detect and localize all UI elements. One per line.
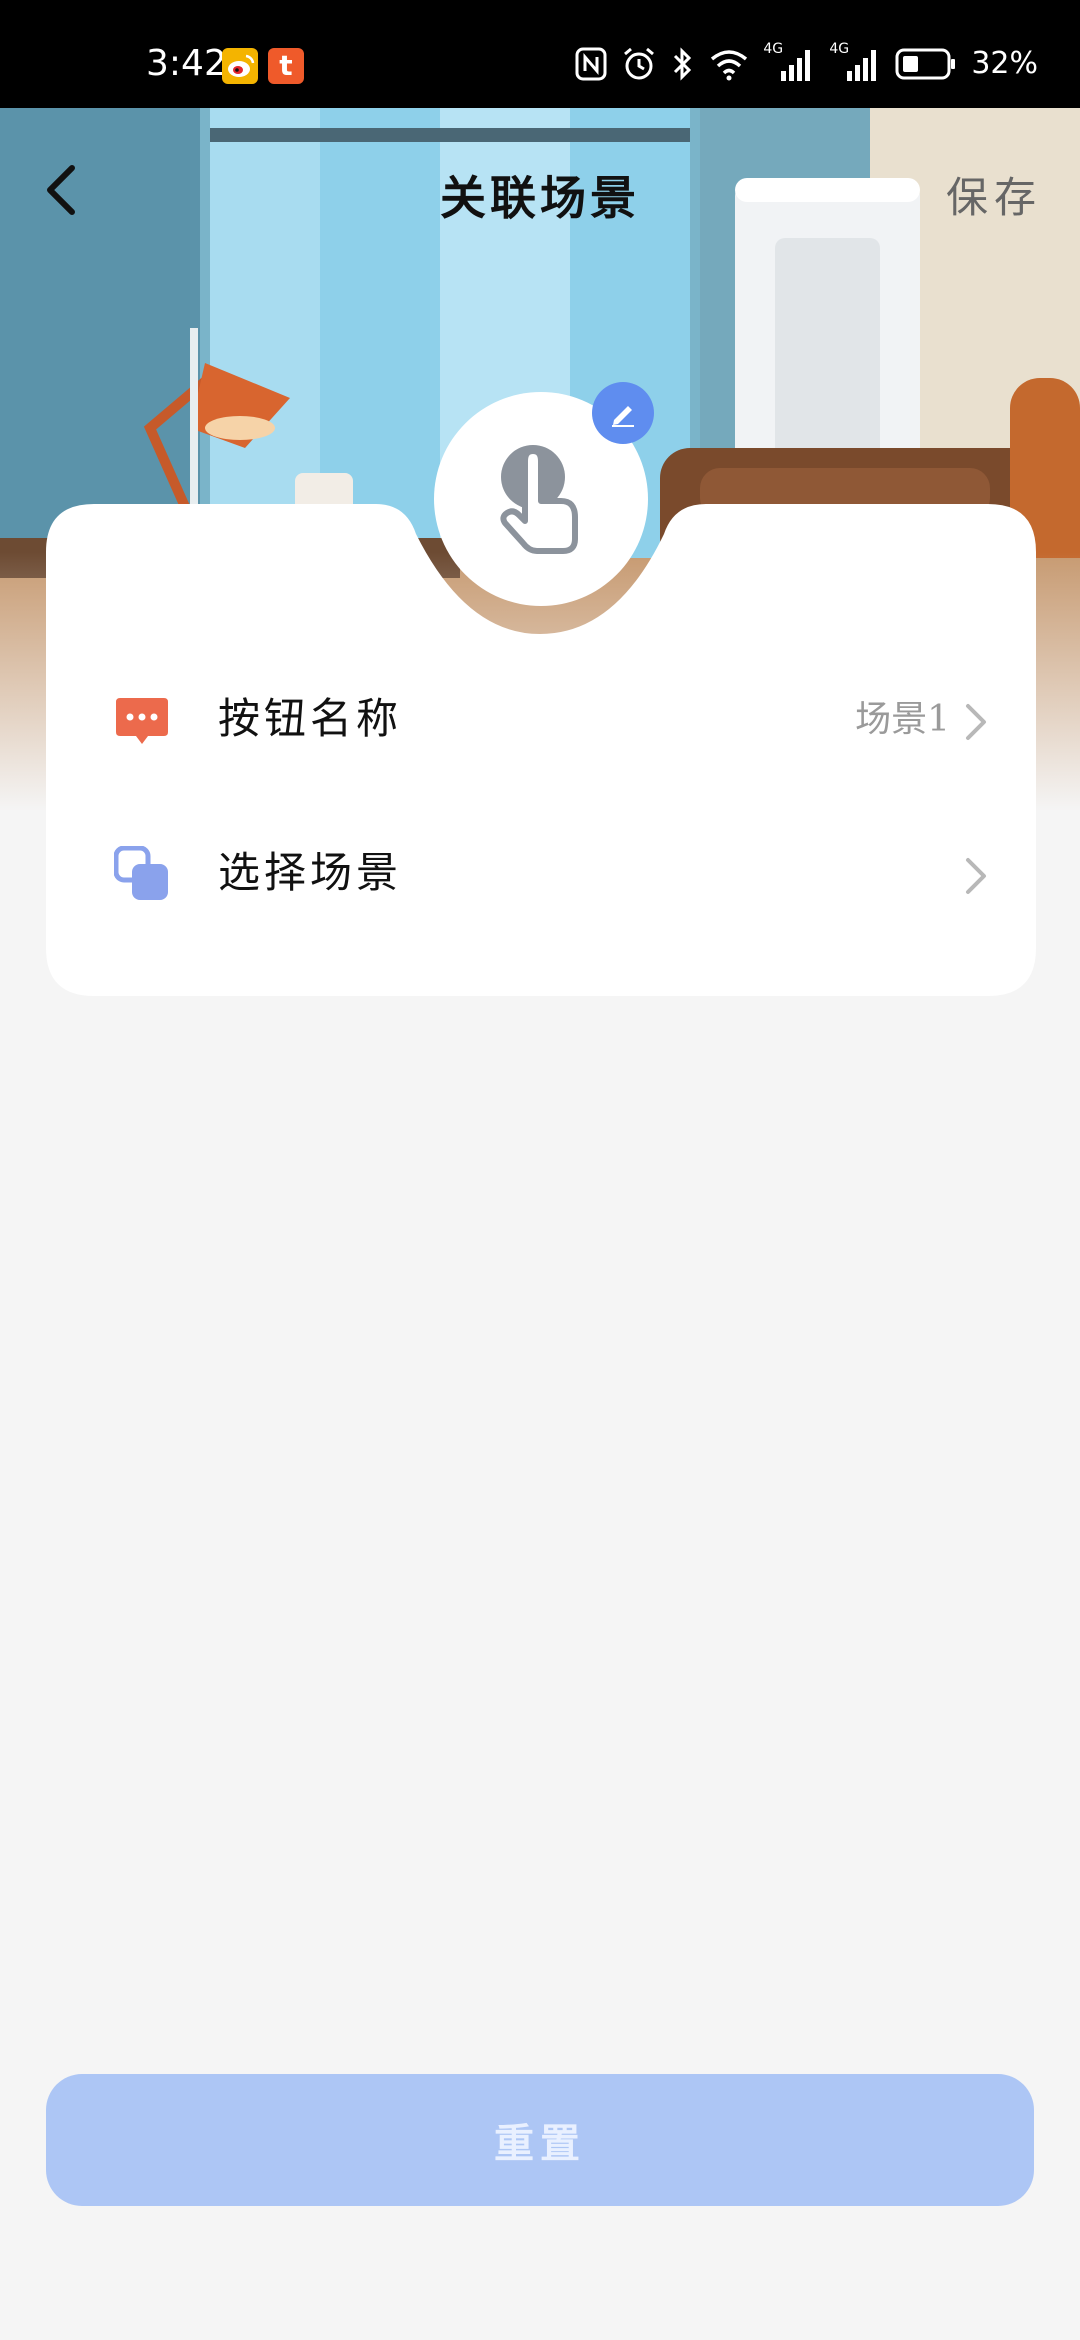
- pencil-icon: [612, 406, 634, 427]
- bluetooth-icon: [674, 47, 692, 81]
- wifi-icon: [711, 50, 748, 81]
- reset-button[interactable]: 重置: [46, 2074, 1034, 2206]
- status-icons: 4G 4G 32%: [575, 41, 1038, 84]
- nfc-icon: [575, 47, 607, 81]
- signal-1-icon: 4G: [763, 41, 815, 83]
- edit-avatar-button[interactable]: [592, 382, 654, 444]
- status-bar: 3:42 t 4G 4G 32%: [0, 0, 1080, 108]
- save-button[interactable]: 保存: [946, 164, 1042, 225]
- button-name-value: 场景1: [855, 699, 950, 740]
- weibo-app-icon: [222, 48, 258, 84]
- alarm-icon: [624, 47, 655, 80]
- button-name-label: 按钮名称: [218, 694, 403, 743]
- battery-icon: [895, 48, 956, 80]
- button-name-row[interactable]: 按钮名称 场景1: [46, 654, 1036, 784]
- select-scene-label: 选择场景: [218, 848, 403, 897]
- tuya-app-icon: t: [268, 48, 304, 84]
- chevron-right-icon: [966, 704, 986, 740]
- chat-bubble-icon: [116, 698, 168, 744]
- overlapping-squares-icon: [114, 846, 168, 900]
- page-title: 关联场景: [440, 171, 640, 225]
- signal-2-icon: 4G: [829, 41, 881, 83]
- chevron-right-icon: [966, 858, 986, 894]
- tap-hand-icon: [500, 445, 578, 554]
- status-time: 3:42: [146, 43, 227, 84]
- select-scene-row[interactable]: 选择场景: [46, 808, 1036, 938]
- battery-percent: 32%: [971, 46, 1038, 81]
